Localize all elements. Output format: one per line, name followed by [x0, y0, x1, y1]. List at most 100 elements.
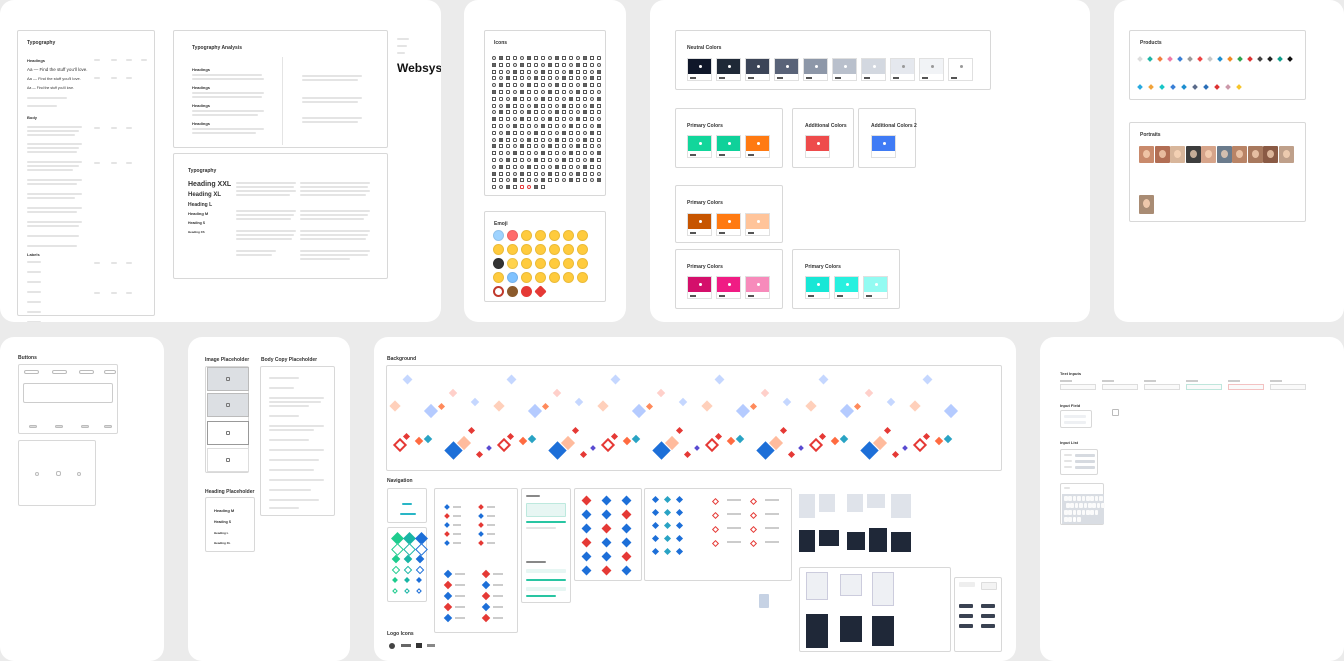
keyboard-key[interactable] — [1090, 510, 1094, 515]
keyboard-key[interactable] — [1094, 496, 1099, 501]
nav-diamond[interactable] — [392, 577, 398, 583]
nav-diamond[interactable] — [581, 565, 592, 576]
menu-sample[interactable] — [840, 574, 862, 596]
dropdown-sample[interactable] — [867, 494, 885, 508]
nav-item-icon[interactable] — [443, 591, 453, 601]
button-sample-1[interactable] — [24, 370, 39, 374]
keyboard-key[interactable] — [1086, 510, 1090, 515]
keyboard-key[interactable] — [1066, 503, 1070, 508]
nav-item-icon[interactable] — [443, 602, 453, 612]
nav-item-icon[interactable] — [444, 504, 450, 510]
nav-diamond[interactable] — [663, 521, 672, 530]
nav-diamond[interactable] — [711, 539, 720, 548]
nav-item-icon[interactable] — [444, 531, 450, 537]
keyboard-key[interactable] — [1072, 510, 1077, 515]
dropdown-sample[interactable] — [799, 530, 815, 552]
nav-diamond[interactable] — [601, 537, 612, 548]
menu-sample[interactable] — [806, 614, 828, 648]
keyboard-key[interactable] — [1101, 503, 1105, 508]
icon-button-3[interactable] — [77, 472, 81, 476]
nav-item-icon[interactable] — [478, 504, 484, 510]
keyboard-key[interactable] — [1092, 503, 1096, 508]
nav-diamond[interactable] — [404, 577, 410, 583]
keyboard-key[interactable] — [1081, 496, 1086, 501]
dropdown-sample[interactable] — [819, 530, 839, 546]
nav-diamond[interactable] — [651, 547, 660, 556]
nav-diamond[interactable] — [403, 565, 413, 575]
keyboard-key[interactable] — [1090, 496, 1094, 501]
nav-item-icon[interactable] — [443, 613, 453, 623]
nav-diamond[interactable] — [403, 543, 416, 556]
keyboard-key[interactable] — [1068, 496, 1072, 501]
nav-item-icon[interactable] — [481, 591, 491, 601]
nav-diamond[interactable] — [404, 588, 410, 594]
nav-diamond[interactable] — [601, 523, 612, 534]
keyboard-key[interactable] — [1072, 517, 1077, 522]
nav-diamond[interactable] — [711, 497, 720, 506]
nav-diamond[interactable] — [711, 525, 720, 534]
nav-diamond[interactable] — [601, 565, 612, 576]
nav-diamond[interactable] — [749, 525, 758, 534]
nav-diamond[interactable] — [675, 534, 684, 543]
nav-diamond[interactable] — [415, 565, 425, 575]
keyboard-key[interactable] — [1064, 510, 1068, 515]
text-input[interactable] — [1228, 384, 1264, 390]
nav-item-icon[interactable] — [481, 569, 491, 579]
nav-diamond[interactable] — [675, 495, 684, 504]
button-sample-4[interactable] — [104, 370, 116, 374]
dropdown-sample[interactable] — [799, 494, 815, 518]
icon-button-2[interactable] — [56, 471, 61, 476]
keyboard-key[interactable] — [1083, 503, 1088, 508]
keyboard-key[interactable] — [1064, 517, 1068, 522]
nav-diamond[interactable] — [663, 534, 672, 543]
nav-item-icon[interactable] — [444, 522, 450, 528]
nav-diamond[interactable] — [621, 551, 632, 562]
dropdown-sample[interactable] — [819, 494, 835, 512]
keyboard-key[interactable] — [1070, 503, 1074, 508]
nav-diamond[interactable] — [391, 565, 401, 575]
button-sample-3[interactable] — [79, 370, 94, 374]
menu-sample[interactable] — [872, 572, 894, 606]
button-sample-7[interactable] — [55, 425, 63, 428]
nav-diamond[interactable] — [651, 521, 660, 530]
dropdown-sample[interactable] — [891, 494, 911, 518]
nav-diamond[interactable] — [621, 495, 632, 506]
nav-diamond[interactable] — [651, 508, 660, 517]
nav-item-icon[interactable] — [478, 522, 484, 528]
text-input[interactable] — [1102, 384, 1138, 390]
keyboard-key[interactable] — [1081, 510, 1086, 515]
nav-diamond[interactable] — [581, 495, 592, 506]
nav-diamond[interactable] — [601, 495, 612, 506]
nav-diamond[interactable] — [675, 508, 684, 517]
nav-item-icon[interactable] — [478, 540, 484, 546]
nav-item-icon[interactable] — [444, 540, 450, 546]
keyboard-key[interactable] — [1077, 517, 1081, 522]
nav-item-icon[interactable] — [443, 580, 453, 590]
nav-diamond[interactable] — [403, 554, 413, 564]
keyboard-key[interactable] — [1064, 496, 1068, 501]
dropdown-sample[interactable] — [869, 528, 887, 552]
keyboard-key[interactable] — [1068, 517, 1072, 522]
nav-diamond[interactable] — [581, 551, 592, 562]
nav-diamond[interactable] — [601, 551, 612, 562]
nav-diamond[interactable] — [601, 509, 612, 520]
keyboard-key[interactable] — [1077, 496, 1081, 501]
keyboard-key[interactable] — [1094, 510, 1099, 515]
nav-diamond[interactable] — [749, 539, 758, 548]
nav-item-icon[interactable] — [481, 580, 491, 590]
nav-diamond[interactable] — [663, 508, 672, 517]
dropdown-sample[interactable] — [847, 494, 863, 512]
nav-diamond[interactable] — [416, 588, 422, 594]
nav-diamond[interactable] — [621, 537, 632, 548]
nav-diamond[interactable] — [581, 509, 592, 520]
nav-diamond[interactable] — [391, 543, 404, 556]
text-input[interactable] — [1270, 384, 1306, 390]
nav-diamond[interactable] — [391, 554, 401, 564]
nav-diamond[interactable] — [415, 543, 428, 556]
nav-item-icon[interactable] — [481, 602, 491, 612]
nav-diamond[interactable] — [663, 547, 672, 556]
button-sample-6[interactable] — [29, 425, 37, 428]
text-input[interactable] — [1060, 384, 1096, 390]
nav-diamond[interactable] — [581, 523, 592, 534]
keyboard-key[interactable] — [1088, 503, 1092, 508]
